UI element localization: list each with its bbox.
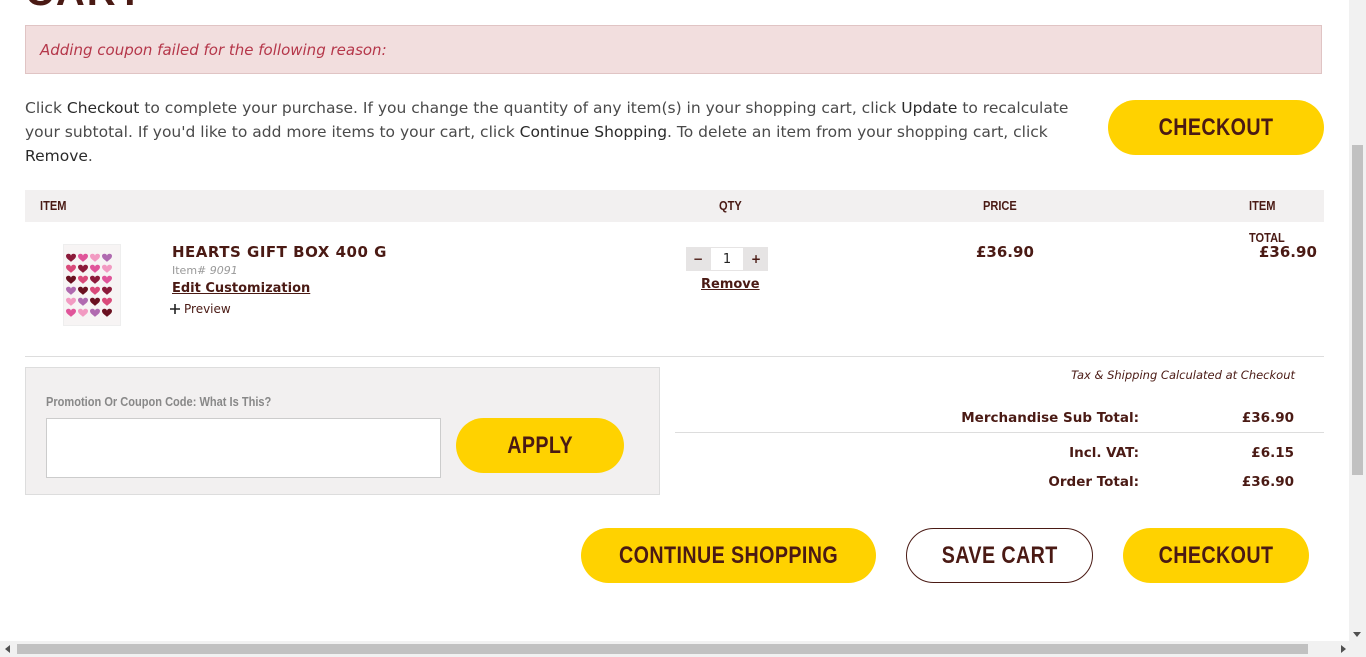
intro-text: . To delete an item from your shopping c… — [667, 123, 1048, 141]
checkout-button-top[interactable]: CHECKOUT — [1108, 100, 1324, 155]
promo-code-input[interactable] — [46, 418, 441, 478]
scroll-down-icon[interactable] — [1353, 632, 1361, 637]
promo-code-label[interactable]: Promotion Or Coupon Code: What Is This? — [46, 394, 311, 409]
subtotal-value: £36.90 — [1241, 410, 1294, 426]
cart-table-header: ITEM QTY PRICE ITEM TOTAL — [25, 190, 1324, 245]
horizontal-scroll-thumb[interactable] — [17, 644, 1308, 654]
continue-shopping-label: CONTINUE SHOPPING — [618, 541, 839, 569]
intro-keyword-checkout: Checkout — [66, 99, 140, 117]
vertical-scrollbar[interactable] — [1349, 0, 1366, 641]
heart-shape — [78, 308, 88, 317]
product-item-number: Item# 9091 — [172, 264, 238, 277]
heart-shape — [78, 253, 88, 262]
subtotal-label: Merchandise Sub Total: — [961, 410, 1139, 426]
apply-button-label: APPLY — [507, 431, 573, 459]
heart-shape — [66, 275, 76, 284]
apply-coupon-button[interactable]: APPLY — [456, 418, 624, 473]
order-total-label: Order Total: — [1048, 474, 1139, 490]
preview-toggle[interactable]: Preview — [170, 302, 231, 316]
heart-shape — [66, 253, 76, 262]
divider — [25, 356, 1324, 357]
heart-shape — [78, 264, 88, 273]
cart-instructions: Click Checkout to complete your purchase… — [25, 96, 1085, 168]
save-cart-button[interactable]: SAVE CART — [906, 528, 1093, 583]
heart-shape — [102, 308, 112, 317]
hearts-box-image — [66, 253, 112, 317]
intro-keyword-remove: Remove — [25, 147, 88, 165]
intro-keyword-update: Update — [901, 99, 958, 117]
vertical-scroll-thumb[interactable] — [1352, 145, 1363, 475]
qty-decrease-button[interactable]: − — [686, 247, 710, 271]
heart-shape — [102, 264, 112, 273]
continue-shopping-button[interactable]: CONTINUE SHOPPING — [581, 528, 876, 583]
save-cart-label: SAVE CART — [941, 541, 1058, 569]
edit-customization-link[interactable]: Edit Customization — [172, 281, 310, 296]
order-total-value: £36.90 — [1241, 474, 1294, 490]
plus-icon — [170, 304, 180, 314]
scroll-right-icon[interactable] — [1341, 645, 1346, 653]
coupon-error-message: Adding coupon failed for the following r… — [40, 40, 387, 59]
header-item: ITEM — [40, 198, 67, 213]
heart-shape — [66, 308, 76, 317]
heart-shape — [90, 308, 100, 317]
intro-keyword-continue: Continue Shopping — [519, 123, 668, 141]
intro-text: to complete your purchase. If you change… — [139, 99, 902, 117]
product-image[interactable] — [63, 244, 121, 326]
intro-text: . — [87, 147, 93, 165]
heart-shape — [102, 286, 112, 295]
item-total: £36.90 — [1259, 243, 1317, 261]
product-name[interactable]: HEARTS GIFT BOX 400 G — [172, 243, 387, 261]
heart-shape — [66, 297, 76, 306]
heart-shape — [102, 275, 112, 284]
summary-divider — [675, 432, 1324, 433]
heart-shape — [102, 253, 112, 262]
heart-shape — [90, 297, 100, 306]
header-qty: QTY — [719, 198, 742, 213]
qty-increase-button[interactable]: + — [744, 247, 768, 271]
tax-shipping-note: Tax & Shipping Calculated at Checkout — [1071, 368, 1295, 382]
coupon-error-alert: Adding coupon failed for the following r… — [25, 25, 1322, 74]
heart-shape — [78, 275, 88, 284]
heart-shape — [90, 264, 100, 273]
checkout-button-label: CHECKOUT — [1158, 113, 1274, 141]
preview-label: Preview — [184, 302, 231, 316]
vat-label: Incl. VAT: — [1069, 445, 1139, 461]
heart-shape — [78, 286, 88, 295]
scroll-left-icon[interactable] — [5, 645, 10, 653]
header-price: PRICE — [983, 198, 1017, 213]
intro-text: Click — [25, 99, 67, 117]
heart-shape — [90, 286, 100, 295]
checkout-button-bottom[interactable]: CHECKOUT — [1123, 528, 1309, 583]
heart-shape — [66, 264, 76, 273]
heart-shape — [78, 297, 88, 306]
heart-shape — [102, 297, 112, 306]
qty-input[interactable]: 1 — [710, 247, 744, 271]
vat-value: £6.15 — [1251, 445, 1294, 461]
heart-shape — [66, 286, 76, 295]
promo-code-panel: Promotion Or Coupon Code: What Is This? … — [25, 367, 660, 495]
checkout-button-label: CHECKOUT — [1158, 541, 1274, 569]
quantity-stepper: − 1 + — [686, 247, 768, 271]
item-price: £36.90 — [976, 243, 1034, 261]
heart-shape — [90, 275, 100, 284]
horizontal-scrollbar[interactable] — [0, 641, 1366, 657]
remove-item-link[interactable]: Remove — [701, 277, 760, 292]
heart-shape — [90, 253, 100, 262]
page-title: CART — [25, 0, 144, 12]
